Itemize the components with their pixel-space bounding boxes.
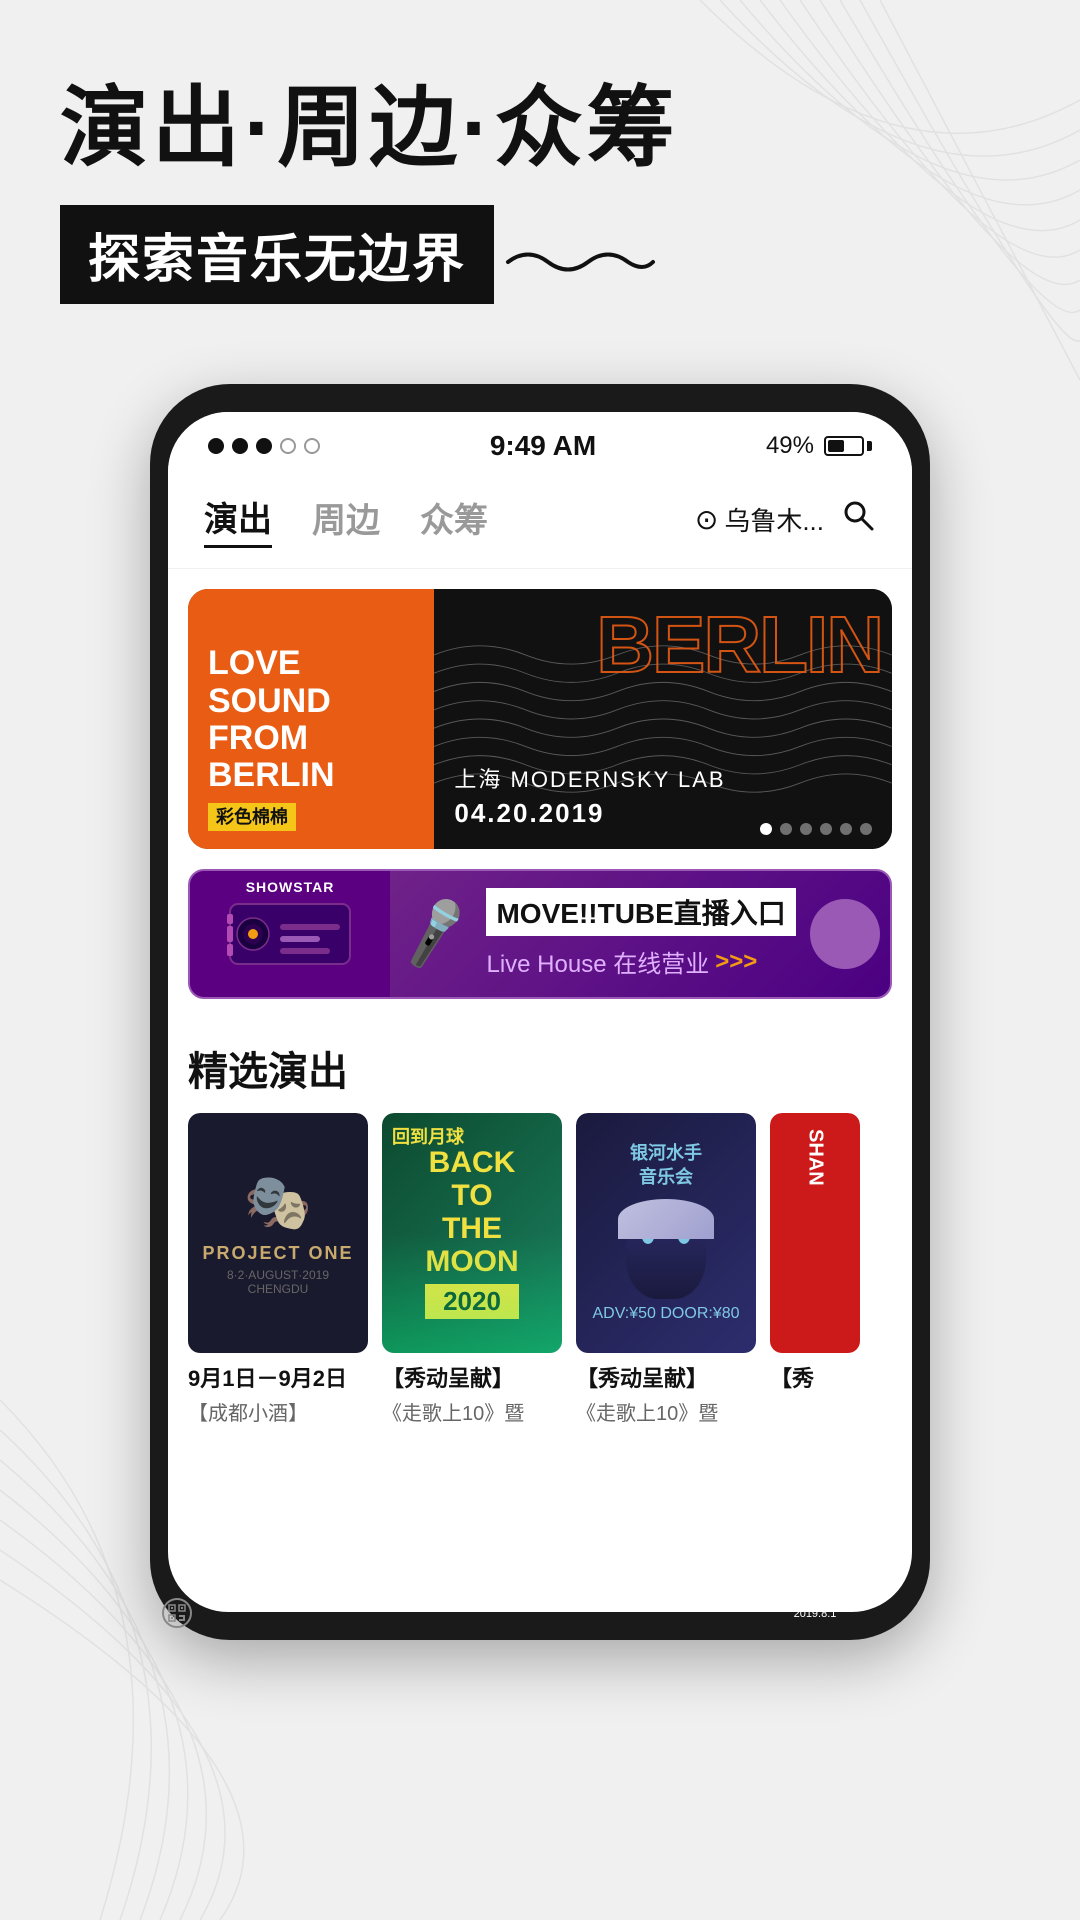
event-2-date: 【秀动呈献】 bbox=[382, 1361, 562, 1393]
project-one-title: PROJECT ONE bbox=[202, 1243, 353, 1264]
project-one-sub: 8·2·AUGUST·2019CHENGDU bbox=[223, 1268, 333, 1296]
section-title: 精选演出 bbox=[168, 1015, 912, 1113]
poster-project-one: 🎭 PROJECT ONE 8·2·AUGUST·2019CHENGDU bbox=[188, 1113, 368, 1353]
live-banner[interactable]: SHOWSTAR bbox=[188, 869, 892, 999]
signal-dots bbox=[208, 438, 320, 454]
banner-right: BERLIN 上海 MODERNSKY LAB 04.20.2019 bbox=[434, 589, 892, 849]
dot-1 bbox=[760, 823, 772, 835]
event-4-date: 【秀 bbox=[770, 1361, 860, 1393]
event-card-1[interactable]: 🎭 PROJECT ONE 8·2·AUGUST·2019CHENGDU 9月1… bbox=[188, 1113, 368, 1426]
search-button[interactable] bbox=[840, 497, 876, 542]
nav-right: ⊙ 乌鲁木... bbox=[695, 497, 876, 542]
live-banner-left: SHOWSTAR bbox=[190, 871, 390, 997]
dot-5 bbox=[840, 823, 852, 835]
shanghai-text: SHAN bbox=[804, 1129, 827, 1186]
mic-icon: 🎤 bbox=[393, 894, 476, 975]
event-card-2[interactable]: 回到月球 BACKTOTHEMOON 2020 【秀动呈献】 《走歌上10》暨 bbox=[382, 1113, 562, 1426]
poster-shanghai: SHAN 2019.8.1 bbox=[770, 1113, 860, 1353]
dot-2 bbox=[232, 438, 248, 454]
live-arrows: >>> bbox=[715, 948, 757, 976]
event-1-desc: 【成都小酒】 bbox=[188, 1397, 368, 1426]
nav-tabs: 演出 周边 众筹 ⊙ 乌鲁木... bbox=[168, 472, 912, 569]
dot-3 bbox=[800, 823, 812, 835]
dot-5 bbox=[304, 438, 320, 454]
location-area[interactable]: ⊙ 乌鲁木... bbox=[695, 501, 824, 538]
galaxy-title: 银河水手音乐会 bbox=[630, 1142, 702, 1189]
dot-6 bbox=[860, 823, 872, 835]
live-title: MOVE!!TUBE直播入口 bbox=[496, 898, 785, 929]
header-subtitle: 探索音乐无边界 bbox=[60, 205, 494, 304]
berlin-outline-text: BERLIN bbox=[596, 599, 882, 691]
battery-icon bbox=[824, 436, 872, 456]
phone-mockup: 9:49 AM 49% 演出 周边 众筹 ⊙ 乌鲁木... bbox=[150, 384, 930, 1640]
tab-演出[interactable]: 演出 bbox=[204, 492, 272, 548]
banner-content: LOVESOUNDFROMBERLIN 彩色棉棉 bbox=[188, 589, 892, 849]
phone-screen: 9:49 AM 49% 演出 周边 众筹 ⊙ 乌鲁木... bbox=[168, 412, 912, 1612]
live-subtitle: Live House 在线营业 >>> bbox=[486, 944, 795, 979]
location-name: 乌鲁木... bbox=[724, 501, 824, 538]
poster-back-to-moon: 回到月球 BACKTOTHEMOON 2020 bbox=[382, 1113, 562, 1353]
wave-decoration bbox=[498, 237, 658, 277]
dot-4 bbox=[280, 438, 296, 454]
banner-info: 上海 MODERNSKY LAB 04.20.2019 bbox=[454, 762, 872, 829]
purple-circle bbox=[810, 899, 880, 969]
battery-percent: 49% bbox=[766, 432, 814, 460]
music-player-illustration bbox=[225, 894, 355, 974]
event-3-desc: 《走歌上10》暨 bbox=[576, 1397, 756, 1426]
status-right: 49% bbox=[766, 432, 872, 460]
banner-carousel[interactable]: LOVESOUNDFROMBERLIN 彩色棉棉 bbox=[188, 589, 892, 849]
live-banner-right bbox=[800, 899, 890, 969]
mask-icon: 🎭 bbox=[244, 1170, 312, 1235]
banner-venue: 上海 MODERNSKY LAB bbox=[454, 762, 872, 794]
banner-brand: 彩色棉棉 bbox=[208, 803, 414, 829]
header-title: 演出·周边·众筹 bbox=[60, 80, 1020, 177]
event-2-desc: 《走歌上10》暨 bbox=[382, 1397, 562, 1426]
location-icon: ⊙ bbox=[695, 503, 718, 536]
status-time: 9:49 AM bbox=[490, 430, 596, 462]
event-3-date: 【秀动呈献】 bbox=[576, 1361, 756, 1393]
event-1-date: 9月1日－9月2日 bbox=[188, 1361, 368, 1393]
poster-galaxy: 银河水手音乐会 ADV:¥50 DOOR:¥80 bbox=[576, 1113, 756, 1353]
live-banner-mid: 🎤 MOVE!!TUBE直播入口 Live House 在线营业 >>> bbox=[390, 878, 800, 989]
tab-众筹[interactable]: 众筹 bbox=[420, 493, 488, 546]
tab-周边[interactable]: 周边 bbox=[312, 493, 380, 546]
event-card-4[interactable]: SHAN 2019.8.1 【秀 bbox=[770, 1113, 860, 1426]
showstar-label: SHOWSTAR bbox=[246, 879, 335, 895]
banner-left-text: LOVESOUNDFROMBERLIN bbox=[208, 645, 414, 795]
live-banner-text: MOVE!!TUBE直播入口 Live House 在线营业 >>> bbox=[486, 888, 795, 979]
carousel-dots bbox=[760, 823, 872, 835]
events-grid: 🎭 PROJECT ONE 8·2·AUGUST·2019CHENGDU 9月1… bbox=[168, 1113, 912, 1426]
dot-3 bbox=[256, 438, 272, 454]
dot-2 bbox=[780, 823, 792, 835]
header-area: 演出·周边·众筹 探索音乐无边界 bbox=[0, 0, 1080, 344]
dot-1 bbox=[208, 438, 224, 454]
status-bar: 9:49 AM 49% bbox=[168, 412, 912, 472]
banner-left: LOVESOUNDFROMBERLIN 彩色棉棉 bbox=[188, 589, 434, 849]
dot-4 bbox=[820, 823, 832, 835]
event-card-3[interactable]: 银河水手音乐会 ADV:¥50 DOOR:¥80 【秀动呈献】 《走歌上10》暨 bbox=[576, 1113, 756, 1426]
